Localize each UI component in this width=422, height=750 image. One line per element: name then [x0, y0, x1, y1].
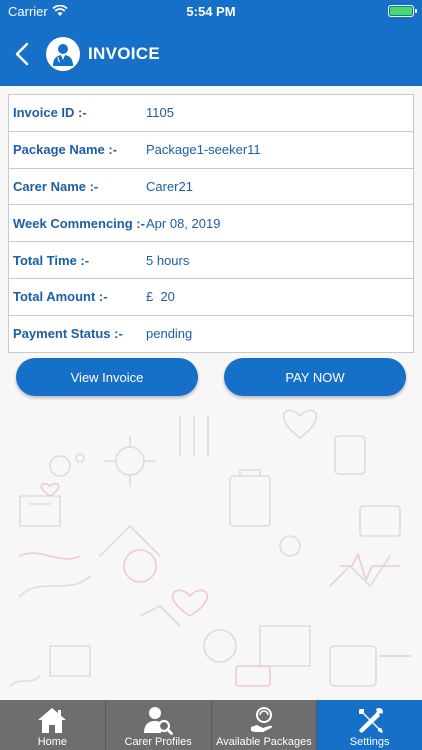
invoice-row: Total Amount :- £ 20 — [9, 279, 413, 316]
carer-name-label: Carer Name :- — [13, 178, 99, 194]
pay-now-button[interactable]: PAY NOW — [224, 358, 406, 396]
total-time-value: 5 hours — [146, 252, 190, 268]
tab-settings-label: Settings — [349, 736, 390, 748]
total-amount-value: £ 20 — [146, 289, 175, 305]
payment-status-value: pending — [146, 326, 193, 342]
chevron-left-icon — [15, 42, 29, 66]
invoice-row: Total Time :- 5 hours — [9, 242, 413, 279]
invoice-row: Invoice ID :- 1105 — [9, 95, 413, 132]
invoice-row: Carer Name :- Carer21 — [9, 169, 413, 206]
wifi-icon — [52, 5, 68, 16]
package-name-label: Package Name :- — [13, 142, 118, 158]
carrier-label: Carrier — [8, 3, 48, 19]
week-commencing-label: Week Commencing :- — [13, 215, 145, 231]
page-title: INVOICE — [88, 44, 161, 63]
payment-status-label: Payment Status :- — [13, 326, 123, 342]
bottom-tab-bar: Home Carer Profiles Available Packages S… — [0, 700, 422, 750]
tab-available-packages[interactable]: Available Packages — [211, 700, 318, 750]
tab-carer-profiles-label: Carer Profiles — [124, 736, 192, 748]
tab-carer-profiles[interactable]: Carer Profiles — [105, 700, 212, 750]
invoice-row: Week Commencing :- Apr 08, 2019 — [9, 205, 413, 243]
total-time-label: Total Time :- — [13, 252, 90, 268]
back-button[interactable] — [2, 22, 42, 86]
status-right — [388, 5, 417, 17]
tab-home[interactable]: Home — [0, 700, 106, 750]
tab-home-label: Home — [37, 736, 68, 748]
status-left: Carrier — [8, 4, 68, 19]
profile-search-icon — [144, 707, 174, 735]
packages-icon — [250, 707, 272, 732]
carer-name-value: Carer21 — [146, 178, 193, 194]
app-header: INVOICE — [0, 22, 422, 86]
invoice-row: Package Name :- Package1-seeker11 — [9, 132, 413, 169]
week-commencing-value: Apr 08, 2019 — [146, 215, 221, 231]
doctor-avatar-icon — [46, 37, 80, 71]
view-invoice-button[interactable]: View Invoice — [16, 358, 198, 396]
tab-available-packages-label: Available Packages — [215, 736, 312, 748]
battery-icon — [388, 5, 417, 17]
home-icon — [38, 708, 67, 733]
tools-icon — [358, 708, 383, 733]
tab-settings[interactable]: Settings — [317, 700, 422, 750]
invoice-row: Payment Status :- pending — [9, 316, 413, 352]
package-name-value: Package1-seeker11 — [146, 142, 261, 158]
invoice-details-table: Invoice ID :- 1105 Package Name :- Packa… — [8, 94, 414, 353]
total-amount-label: Total Amount :- — [13, 289, 108, 305]
invoice-id-value: 1105 — [146, 105, 174, 121]
status-bar: Carrier 5:54 PM — [0, 0, 422, 22]
invoice-id-label: Invoice ID :- — [13, 105, 87, 121]
